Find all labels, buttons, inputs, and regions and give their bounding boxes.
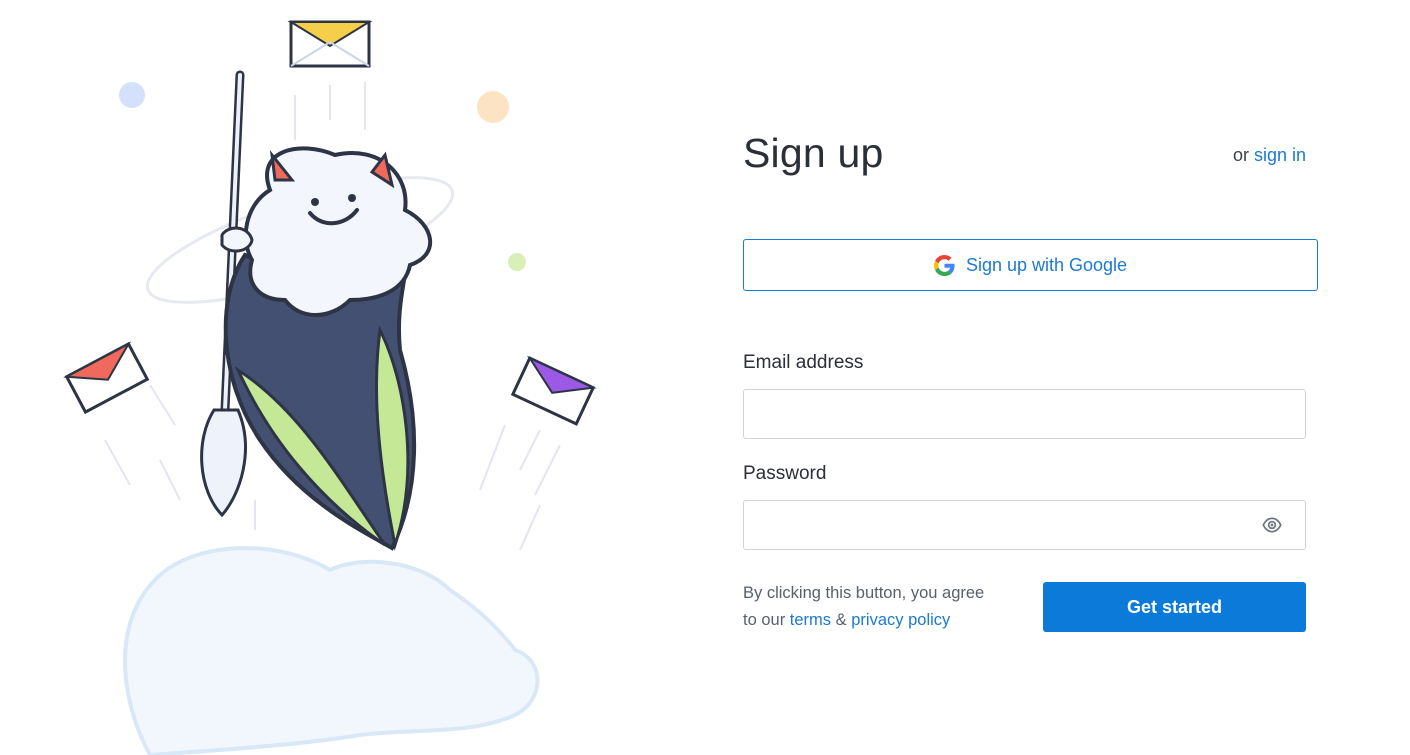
- password-field-wrapper: [743, 500, 1306, 550]
- or-text: or: [1232, 145, 1249, 165]
- email-label: Email address: [743, 352, 864, 373]
- green-dot: [508, 253, 526, 271]
- get-started-button[interactable]: Get started: [1043, 582, 1306, 632]
- google-signup-button[interactable]: Sign up with Google: [743, 239, 1318, 291]
- envelope-icon: [63, 341, 150, 415]
- page-title: Sign up: [743, 130, 884, 176]
- google-button-label: Sign up with Google: [965, 254, 1128, 275]
- password-label: Password: [743, 463, 827, 484]
- mascot-illustration: [0, 0, 700, 755]
- terms-ampersand: &: [835, 611, 847, 629]
- eye-icon[interactable]: [1261, 515, 1283, 535]
- email-field-wrapper: [743, 389, 1306, 439]
- signin-prompt: or sign in: [1233, 145, 1306, 166]
- terms-line-1: By clicking this button, you agree: [743, 584, 985, 602]
- password-input[interactable]: [744, 501, 1305, 549]
- blue-dot: [119, 82, 145, 108]
- email-input[interactable]: [744, 390, 1305, 438]
- terms-to-our: to our: [743, 611, 786, 629]
- cloud-shape: [123, 546, 540, 755]
- form-header: Sign up or sign in: [743, 120, 1306, 190]
- signup-form: Sign up or sign in Sign up with Google E…: [743, 120, 1318, 632]
- envelope-icon: [510, 355, 597, 426]
- signin-link[interactable]: sign in: [1254, 145, 1306, 165]
- envelope-icon: [287, 20, 373, 68]
- privacy-policy-link[interactable]: privacy policy: [851, 611, 950, 629]
- terms-notice: By clicking this button, you agree to ou…: [743, 580, 1033, 634]
- illustration-art: [63, 20, 597, 755]
- orange-dot: [477, 91, 509, 123]
- google-icon: [933, 254, 955, 276]
- terms-link[interactable]: terms: [790, 611, 831, 629]
